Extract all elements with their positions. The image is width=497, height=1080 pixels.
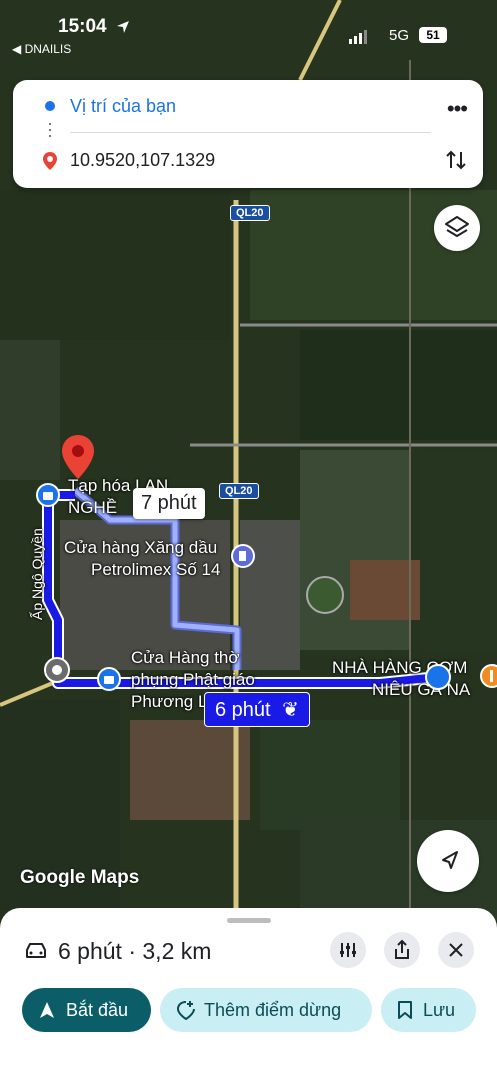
- origin-field[interactable]: Vị trí của bạn: [70, 96, 176, 117]
- status-bar: 15:04 ◀ DNAILIS 5G 51: [0, 0, 497, 60]
- route-summary: 6 phút · 3,2 km: [58, 938, 212, 964]
- place-label-line: Cửa hàng Xăng dầu: [64, 538, 218, 557]
- battery-indicator: 51: [419, 27, 447, 43]
- add-location-icon: [176, 1001, 195, 1020]
- swap-icon[interactable]: [445, 148, 467, 172]
- google-maps-watermark: Google Maps: [20, 867, 140, 888]
- route-time-text: 6 phút: [215, 699, 271, 721]
- save-button[interactable]: Lưu: [381, 988, 476, 1032]
- share-icon: [395, 939, 409, 959]
- navigation-arrow-icon: [40, 1002, 54, 1018]
- navigation-arrow-icon: [442, 851, 458, 869]
- restaurant-icon[interactable]: [480, 664, 497, 688]
- bottom-sheet: 6 phút · 3,2 km Bắt đầu Thêm điểm dừng L…: [0, 908, 497, 1080]
- network-type: 5G: [388, 27, 409, 44]
- add-stop-button[interactable]: Thêm điểm dừng: [160, 988, 372, 1032]
- back-to-app-link[interactable]: ◀ DNAILIS: [12, 42, 71, 56]
- main-route-time-bubble[interactable]: 6 phút ❦: [204, 692, 310, 727]
- current-location-dot: [425, 664, 451, 690]
- destination-pin-icon: [43, 152, 57, 170]
- destination-field[interactable]: 10.9520,107.1329: [70, 150, 215, 171]
- layers-button[interactable]: [434, 205, 480, 251]
- start-button-label: Bắt đầu: [66, 1000, 129, 1020]
- street-label: Ấp Ngô Quyền: [29, 528, 45, 620]
- add-stop-label: Thêm điểm dừng: [204, 1000, 342, 1020]
- place-label-line: Petrolimex Số 14: [91, 560, 221, 579]
- signal-icon: [349, 30, 367, 44]
- close-icon: [449, 943, 463, 957]
- eco-leaf-icon: ❦: [282, 699, 299, 721]
- shopping-bag-icon[interactable]: [36, 483, 60, 507]
- place-label-petrolimex[interactable]: Cửa hàng Xăng dầu Petrolimex Số 14: [64, 537, 220, 581]
- close-button[interactable]: [438, 932, 474, 968]
- car-icon: [26, 943, 46, 958]
- waypoint-icon[interactable]: [43, 656, 71, 684]
- more-options-icon[interactable]: •••: [447, 96, 468, 122]
- share-button[interactable]: [384, 932, 420, 968]
- drag-handle[interactable]: [227, 918, 271, 923]
- road-shield: QL20: [219, 483, 259, 499]
- alt-route-time-bubble[interactable]: 7 phút: [133, 488, 205, 519]
- layers-icon: [445, 216, 469, 237]
- place-label-line: Cửa Hàng thờ: [131, 648, 240, 667]
- save-label: Lưu: [423, 1000, 456, 1020]
- gas-station-icon[interactable]: [231, 544, 255, 568]
- origin-dot-icon: [45, 101, 55, 111]
- navigate-preview-button[interactable]: [417, 830, 479, 892]
- location-arrow-icon: [117, 21, 129, 33]
- route-card: Vị trí của bạn 10.9520,107.1329 •••: [13, 80, 483, 188]
- destination-pin-icon[interactable]: [62, 435, 94, 479]
- bookmark-icon: [398, 1001, 412, 1019]
- shopping-bag-icon[interactable]: [97, 667, 121, 691]
- route-dots: [49, 123, 51, 139]
- road-shield: QL20: [230, 205, 270, 221]
- divider: [70, 132, 431, 133]
- status-time: 15:04: [58, 16, 107, 37]
- route-options-button[interactable]: [330, 932, 366, 968]
- start-button[interactable]: Bắt đầu: [22, 988, 151, 1032]
- tune-icon: [340, 943, 356, 957]
- place-label-line: phụng Phật giáo: [131, 670, 255, 689]
